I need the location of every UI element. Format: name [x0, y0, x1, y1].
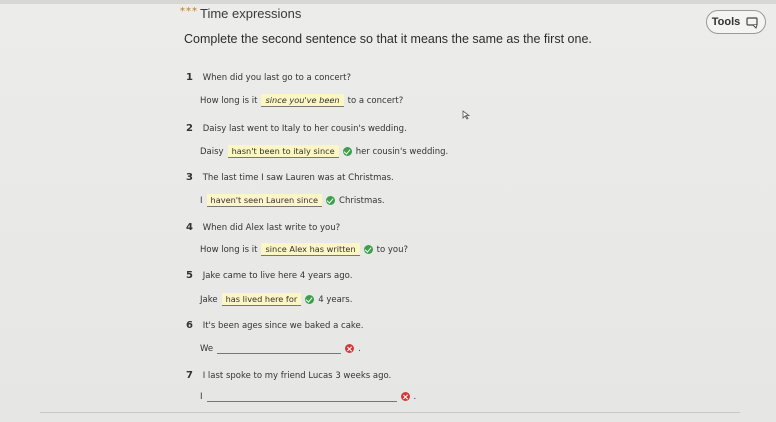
- answer-prefix: How long is it: [200, 244, 258, 255]
- answer-input-4[interactable]: since Alex has written: [261, 243, 360, 256]
- answer-input-5[interactable]: has lived here for: [221, 293, 302, 306]
- toolbox-icon: [746, 17, 758, 29]
- answer-suffix: .: [413, 391, 417, 402]
- correct-check-icon: [326, 196, 336, 205]
- question-number: 5: [186, 270, 193, 281]
- question-3: 3 The last time I saw Lauren was at Chri…: [186, 172, 394, 183]
- top-divider: [0, 0, 776, 4]
- question-number: 2: [186, 123, 193, 134]
- exercise-page: *** Time expressions Tools Complete the …: [0, 0, 776, 422]
- answer-input-2[interactable]: hasn't been to italy since: [227, 145, 339, 158]
- answer-line-6: We .: [200, 343, 361, 354]
- answer-prefix: Jake: [200, 294, 218, 305]
- section-title: Time expressions: [200, 6, 302, 21]
- question-number: 3: [186, 172, 193, 183]
- answer-input-7[interactable]: [206, 391, 397, 402]
- answer-suffix: Christmas.: [339, 195, 385, 206]
- answer-suffix: 4 years.: [318, 294, 353, 305]
- correct-check-icon: [305, 295, 315, 304]
- question-6: 6 It's been ages since we baked a cake.: [186, 320, 363, 331]
- correct-check-icon: [342, 147, 352, 156]
- wrong-cross-icon: [400, 392, 410, 401]
- question-prompt: I last spoke to my friend Lucas 3 weeks …: [202, 371, 392, 381]
- answer-line-2: Daisy hasn't been to italy since her cou…: [200, 145, 448, 158]
- question-7: 7 I last spoke to my friend Lucas 3 week…: [186, 370, 391, 381]
- answer-suffix: to you?: [376, 244, 409, 255]
- answer-line-5: Jake has lived here for 4 years.: [200, 293, 352, 306]
- answer-prefix: Daisy: [200, 146, 224, 157]
- answer-input-3[interactable]: haven't seen Lauren since: [206, 194, 323, 207]
- question-number: 4: [186, 222, 193, 233]
- answer-input-6[interactable]: [217, 343, 342, 354]
- answer-line-1: How long is it since you've been to a co…: [200, 94, 403, 107]
- question-number: 1: [186, 72, 193, 83]
- question-1: 1 When did you last go to a concert?: [186, 72, 351, 83]
- section-dots: ***: [180, 6, 198, 17]
- question-number: 7: [186, 370, 193, 381]
- question-prompt: Jake came to live here 4 years ago.: [202, 271, 353, 281]
- tools-label: Tools: [711, 16, 741, 28]
- answer-suffix: her cousin's wedding.: [355, 146, 449, 157]
- question-prompt: It's been ages since we baked a cake.: [202, 321, 364, 331]
- answer-line-4: How long is it since Alex has written to…: [200, 243, 408, 256]
- answer-line-7: I .: [200, 391, 416, 402]
- question-4: 4 When did Alex last write to you?: [186, 222, 340, 233]
- question-prompt: When did you last go to a concert?: [202, 73, 351, 83]
- question-number: 6: [186, 320, 193, 331]
- answer-prefix: We: [200, 343, 214, 354]
- answer-suffix: .: [358, 343, 361, 354]
- question-prompt: When did Alex last write to you?: [202, 223, 341, 233]
- answer-input-1[interactable]: since you've been: [261, 94, 344, 107]
- correct-check-icon: [363, 245, 373, 254]
- answer-prefix: How long is it: [200, 95, 258, 106]
- instruction-text: Complete the second sentence so that it …: [184, 32, 592, 46]
- question-prompt: The last time I saw Lauren was at Christ…: [202, 173, 394, 183]
- question-5: 5 Jake came to live here 4 years ago.: [186, 270, 352, 281]
- question-prompt: Daisy last went to Italy to her cousin's…: [202, 124, 407, 134]
- question-2: 2 Daisy last went to Italy to her cousin…: [186, 123, 407, 134]
- answer-prefix: I: [200, 195, 203, 206]
- bottom-divider: [40, 412, 740, 413]
- answer-line-3: I haven't seen Lauren since Christmas.: [200, 194, 385, 207]
- tools-button[interactable]: Tools: [706, 10, 766, 34]
- mouse-cursor-icon: [462, 110, 470, 120]
- answer-prefix: I: [200, 391, 203, 402]
- answer-suffix: to a concert?: [347, 95, 404, 106]
- wrong-cross-icon: [345, 344, 355, 353]
